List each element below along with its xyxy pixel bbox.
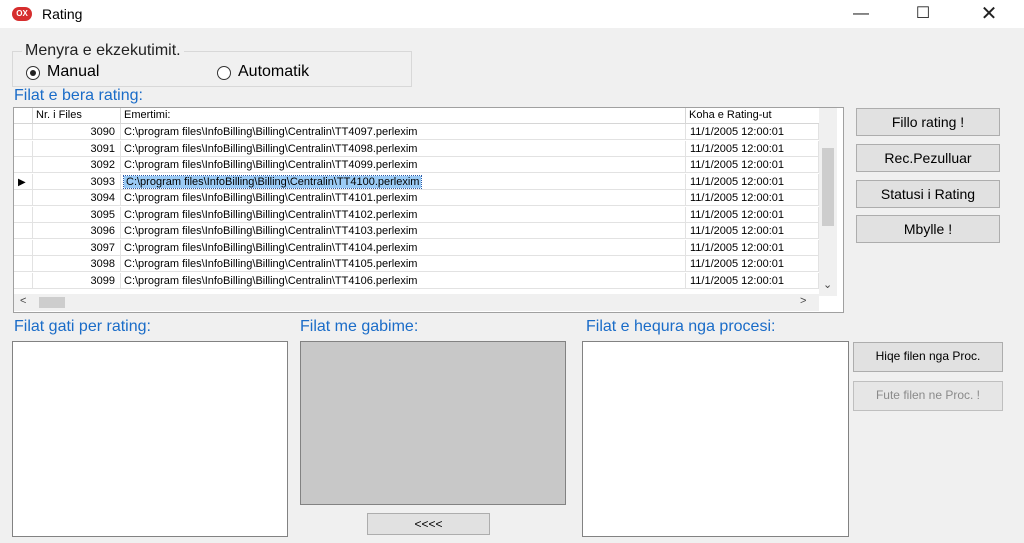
cell-emertimi[interactable]: C:\program files\InfoBilling\Billing\Cen… <box>121 173 686 190</box>
row-indicator[interactable] <box>14 157 33 173</box>
row-indicator[interactable] <box>14 124 33 140</box>
cell-emertimi[interactable]: C:\program files\InfoBilling\Billing\Cen… <box>121 140 686 157</box>
table-row[interactable]: 3094 C:\program files\InfoBilling\Billing… <box>14 190 819 206</box>
cell-koha[interactable]: 11/1/2005 12:00:01 <box>686 256 819 272</box>
cell-koha[interactable]: 11/1/2005 12:00:01 <box>686 206 819 223</box>
grid-label: Filat e bera rating: <box>14 87 143 104</box>
filat-hequra-label: Filat e hequra nga procesi: <box>586 318 776 335</box>
cell-emertimi[interactable]: C:\program files\InfoBilling\Billing\Cen… <box>121 256 686 272</box>
statusi-rating-button[interactable]: Statusi i Rating <box>856 180 1000 208</box>
scroll-down-arrow-icon[interactable]: ⌄ <box>823 278 832 291</box>
manual-radio-label[interactable]: Manual <box>47 63 99 81</box>
filat-gabime-listbox[interactable] <box>300 341 566 505</box>
mbylle-button[interactable]: Mbylle ! <box>856 215 1000 243</box>
row-indicator[interactable] <box>14 190 33 206</box>
column-header-koha[interactable]: Koha e Rating-ut <box>686 108 819 124</box>
cell-nr[interactable]: 3095 <box>33 206 121 223</box>
cell-nr[interactable]: 3096 <box>33 223 121 239</box>
row-header-corner <box>14 108 33 124</box>
table-row[interactable]: 3099 C:\program files\InfoBilling\Billing… <box>14 272 819 289</box>
scroll-left-arrow-icon[interactable]: < <box>20 295 26 307</box>
cell-emertimi-text: C:\program files\InfoBilling\Billing\Cen… <box>124 241 418 254</box>
minimize-button[interactable]: — <box>838 0 884 28</box>
cell-emertimi[interactable]: C:\program files\InfoBilling\Billing\Cen… <box>121 223 686 239</box>
cell-koha[interactable]: 11/1/2005 12:00:01 <box>686 223 819 239</box>
table-row[interactable]: ▶ 3093 C:\program files\InfoBilling\Billin… <box>14 173 819 190</box>
table-row[interactable]: 3098 C:\program files\InfoBilling\Billing… <box>14 256 819 272</box>
table-row[interactable]: 3090 C:\program files\InfoBilling\Billing… <box>14 124 819 140</box>
cell-emertimi[interactable]: C:\program files\InfoBilling\Billing\Cen… <box>121 206 686 223</box>
window-title: Rating <box>42 6 83 22</box>
cell-nr[interactable]: 3091 <box>33 140 121 157</box>
mode-group-title: Menyra e ekzekutimit. <box>22 42 184 60</box>
rec-pezulluar-button[interactable]: Rec.Pezulluar <box>856 144 1000 172</box>
cell-nr[interactable]: 3097 <box>33 239 121 256</box>
cell-emertimi[interactable]: C:\program files\InfoBilling\Billing\Cen… <box>121 190 686 206</box>
cell-koha[interactable]: 11/1/2005 12:00:01 <box>686 272 819 289</box>
row-indicator[interactable] <box>14 223 33 239</box>
automatik-radio-label[interactable]: Automatik <box>238 63 309 81</box>
hiqe-filen-button[interactable]: Hiqe filen nga Proc. <box>853 342 1003 372</box>
column-header-nr[interactable]: Nr. i Files <box>33 108 121 124</box>
cell-emertimi-text: C:\program files\InfoBilling\Billing\Cen… <box>124 258 418 270</box>
cell-koha[interactable]: 11/1/2005 12:00:01 <box>686 173 819 190</box>
fillo-rating-button[interactable]: Fillo rating ! <box>856 108 1000 136</box>
grid-vertical-scrollbar[interactable]: ⌄ <box>819 108 837 296</box>
horizontal-scroll-thumb[interactable] <box>39 297 65 308</box>
cell-emertimi-text: C:\program files\InfoBilling\Billing\Cen… <box>124 225 418 237</box>
row-indicator[interactable] <box>14 256 33 272</box>
table-row[interactable]: 3091 C:\program files\InfoBilling\Billing… <box>14 140 819 157</box>
table-row[interactable]: 3095 C:\program files\InfoBilling\Billing… <box>14 206 819 223</box>
cell-nr[interactable]: 3093 <box>33 173 121 190</box>
row-indicator[interactable] <box>14 272 33 289</box>
cell-nr[interactable]: 3090 <box>33 124 121 140</box>
scroll-right-arrow-icon[interactable]: > <box>800 295 806 307</box>
cell-emertimi[interactable]: C:\program files\InfoBilling\Billing\Cen… <box>121 157 686 173</box>
cell-koha[interactable]: 11/1/2005 12:00:01 <box>686 140 819 157</box>
close-button[interactable]: ✕ <box>966 0 1012 28</box>
cell-koha[interactable]: 11/1/2005 12:00:01 <box>686 157 819 173</box>
cell-nr[interactable]: 3094 <box>33 190 121 206</box>
filat-hequra-listbox[interactable] <box>582 341 849 537</box>
grid-horizontal-scrollbar[interactable]: < > <box>14 294 819 311</box>
cell-emertimi-text: C:\program files\InfoBilling\Billing\Cen… <box>124 192 418 204</box>
cell-koha[interactable]: 11/1/2005 12:00:01 <box>686 190 819 206</box>
cell-koha[interactable]: 11/1/2005 12:00:01 <box>686 239 819 256</box>
table-row[interactable]: 3092 C:\program files\InfoBilling\Billing… <box>14 157 819 173</box>
cell-emertimi[interactable]: C:\program files\InfoBilling\Billing\Cen… <box>121 272 686 289</box>
cell-emertimi-text: C:\program files\InfoBilling\Billing\Cen… <box>124 126 418 138</box>
row-indicator[interactable]: ▶ <box>14 173 33 190</box>
manual-radio[interactable] <box>26 66 40 80</box>
cell-nr[interactable]: 3092 <box>33 157 121 173</box>
cell-nr[interactable]: 3098 <box>33 256 121 272</box>
fute-filen-button[interactable]: Fute filen ne Proc. ! <box>853 381 1003 411</box>
maximize-button[interactable]: ☐ <box>900 0 946 28</box>
cell-emertimi[interactable]: C:\program files\InfoBilling\Billing\Cen… <box>121 239 686 256</box>
column-header-emertimi[interactable]: Emertimi: <box>121 108 686 124</box>
vertical-scroll-thumb[interactable] <box>822 148 834 226</box>
table-row[interactable]: 3096 C:\program files\InfoBilling\Billing… <box>14 223 819 239</box>
cell-emertimi-text: C:\program files\InfoBilling\Billing\Cen… <box>122 174 423 189</box>
table-row[interactable]: 3097 C:\program files\InfoBilling\Billing… <box>14 239 819 256</box>
filat-gabime-label: Filat me gabime: <box>300 318 419 335</box>
row-indicator[interactable] <box>14 206 33 223</box>
current-row-arrow-icon: ▶ <box>18 176 26 188</box>
app-icon: OX <box>12 7 32 21</box>
cell-koha[interactable]: 11/1/2005 12:00:01 <box>686 124 819 140</box>
filat-gati-listbox[interactable] <box>12 341 288 537</box>
cell-nr[interactable]: 3099 <box>33 272 121 289</box>
row-indicator[interactable] <box>14 140 33 157</box>
automatik-radio[interactable] <box>217 66 231 80</box>
filat-gati-label: Filat gati per rating: <box>14 318 151 335</box>
rated-files-grid[interactable]: Nr. i Files Emertimi: Koha e Rating-ut 3… <box>13 107 844 313</box>
cell-emertimi-text: C:\program files\InfoBilling\Billing\Cen… <box>124 142 418 155</box>
cell-emertimi[interactable]: C:\program files\InfoBilling\Billing\Cen… <box>121 124 686 140</box>
cell-emertimi-text: C:\program files\InfoBilling\Billing\Cen… <box>124 208 418 221</box>
move-back-button[interactable]: <<<< <box>367 513 490 535</box>
cell-emertimi-text: C:\program files\InfoBilling\Billing\Cen… <box>124 159 418 171</box>
row-indicator[interactable] <box>14 239 33 256</box>
cell-emertimi-text: C:\program files\InfoBilling\Billing\Cen… <box>124 274 418 287</box>
